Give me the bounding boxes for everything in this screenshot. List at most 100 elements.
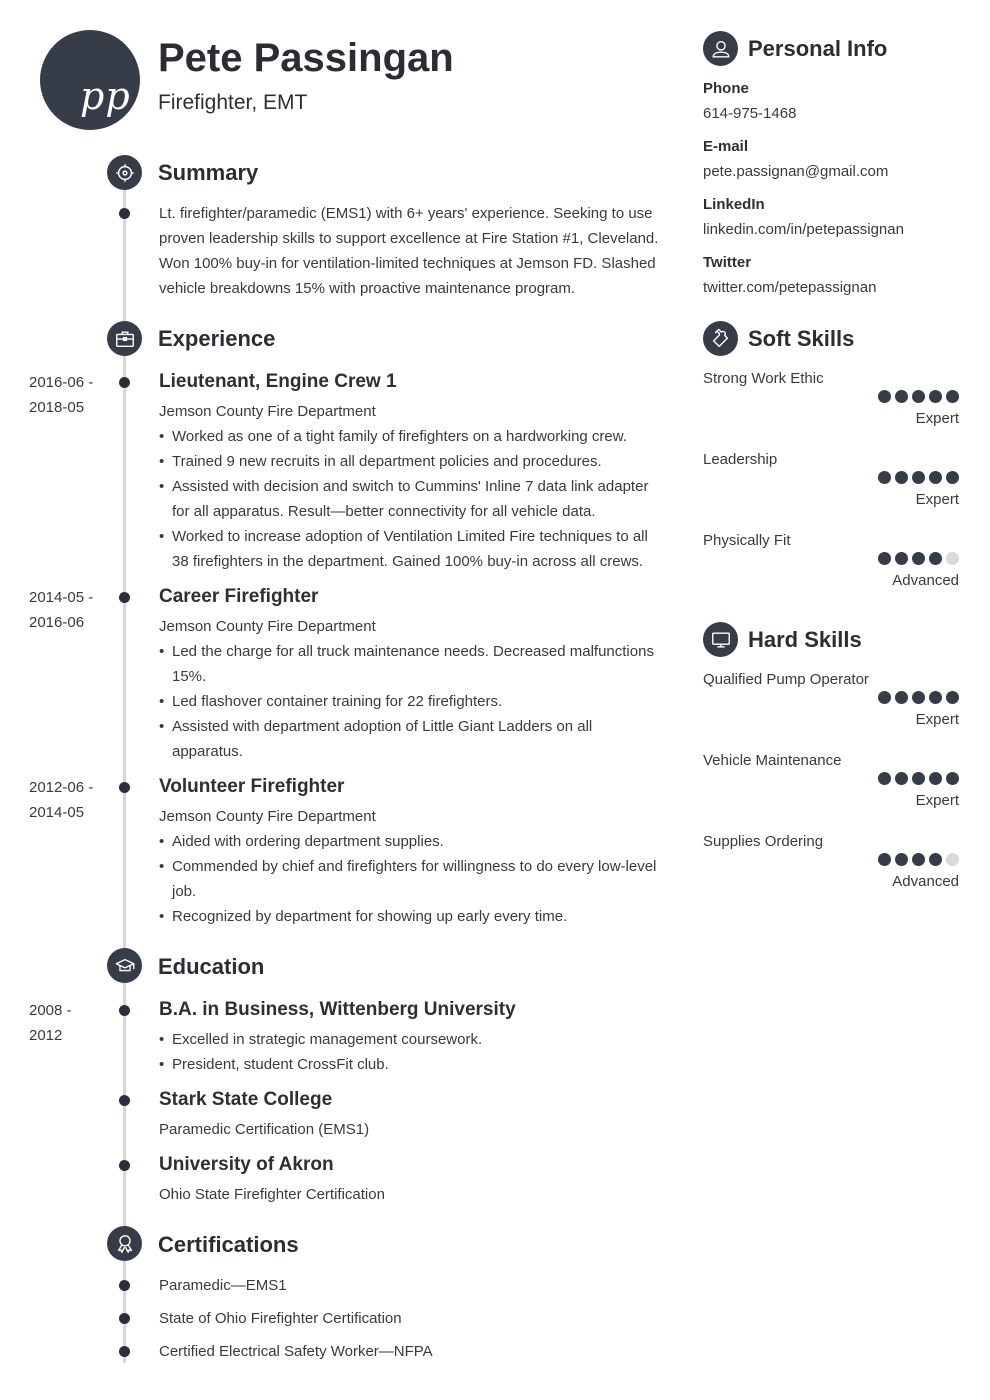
bullet-item: Excelled in strategic management coursew… — [159, 1027, 664, 1052]
person-icon — [703, 31, 738, 66]
date-end: 2012 — [29, 1027, 63, 1044]
bullet-item: Led the charge for all truck maintenance… — [159, 639, 664, 689]
timeline-dot — [119, 208, 130, 219]
summary-text: Lt. firefighter/paramedic (EMS1) with 6+… — [159, 205, 659, 297]
date-start: 2016-06 - — [29, 374, 94, 391]
skill-name: Supplies Ordering — [703, 833, 824, 850]
info-label-phone: Phone — [703, 80, 749, 97]
rating-dot-filled — [895, 691, 908, 704]
date-end: 2018-05 — [29, 399, 85, 416]
skill-name: Physically Fit — [703, 532, 791, 549]
rating-dot-filled — [912, 691, 925, 704]
company-name: Jemson County Fire Department — [159, 403, 376, 420]
certification-item: Certified Electrical Safety Worker—NFPA — [159, 1343, 433, 1360]
certification-item: State of Ohio Firefighter Certification — [159, 1310, 402, 1327]
info-value-twitter: twitter.com/petepassignan — [703, 279, 877, 296]
info-label-twitter: Twitter — [703, 254, 752, 271]
info-value-phone: 614-975-1468 — [703, 105, 797, 122]
bullet-list: Worked as one of a tight family of firef… — [159, 424, 664, 574]
bullet-item: Commended by chief and firefighters for … — [159, 854, 664, 904]
skill-rating — [878, 471, 959, 484]
bullet-item: Assisted with decision and switch to Cum… — [159, 474, 664, 524]
school-name: Stark State College — [159, 1089, 333, 1110]
briefcase-icon — [107, 321, 142, 356]
info-value-linkedin: linkedin.com/in/petepassignan — [703, 221, 904, 238]
bullet-list: Led the charge for all truck maintenance… — [159, 639, 664, 764]
timeline-dot — [119, 1280, 130, 1291]
section-title-soft-skills: Soft Skills — [748, 326, 855, 351]
date-start: 2014-05 - — [29, 589, 94, 606]
skill-level: Expert — [915, 792, 959, 809]
section-title-personal-info: Personal Info — [748, 36, 888, 61]
rating-dot-filled — [895, 390, 908, 403]
info-label-linkedin: LinkedIn — [703, 196, 765, 213]
rating-dot-filled — [895, 471, 908, 484]
section-title-hard-skills: Hard Skills — [748, 627, 862, 652]
section-title-experience: Experience — [158, 326, 276, 351]
section-title-certifications: Certifications — [158, 1232, 299, 1257]
skill-rating — [878, 552, 959, 565]
skill-level: Advanced — [892, 873, 959, 890]
bullet-item: Worked as one of a tight family of firef… — [159, 424, 664, 449]
rating-dot-filled — [878, 772, 891, 785]
skill-rating — [878, 691, 959, 704]
bullet-item: Worked to increase adoption of Ventilati… — [159, 524, 664, 574]
skill-rating — [878, 772, 959, 785]
job-title: Volunteer Firefighter — [159, 776, 345, 797]
bullet-item: President, student CrossFit club. — [159, 1052, 664, 1077]
candidate-title: Firefighter, EMT — [158, 91, 308, 114]
timeline-dot — [119, 782, 130, 793]
skill-level: Expert — [915, 410, 959, 427]
rating-dot-filled — [929, 772, 942, 785]
rating-dot-filled — [895, 552, 908, 565]
info-label-email: E-mail — [703, 138, 749, 155]
timeline-dot — [119, 1346, 130, 1357]
rating-dot-filled — [895, 772, 908, 785]
job-title: Lieutenant, Engine Crew 1 — [159, 371, 397, 392]
skill-name: Qualified Pump Operator — [703, 671, 869, 688]
rating-dot-filled — [912, 390, 925, 403]
company-name: Jemson County Fire Department — [159, 618, 376, 635]
job-title: Career Firefighter — [159, 586, 319, 607]
rating-dot-filled — [929, 552, 942, 565]
entry-date: 2014-05 - 2016-06 — [29, 585, 93, 635]
school-name: University of Akron — [159, 1154, 334, 1175]
skill-level: Expert — [915, 711, 959, 728]
graduation-cap-icon — [107, 948, 142, 983]
candidate-name: Pete Passingan — [158, 36, 454, 80]
skill-name: Leadership — [703, 451, 778, 468]
rating-dot-filled — [878, 552, 891, 565]
bullet-item: Aided with ordering department supplies. — [159, 829, 664, 854]
date-end: 2016-06 — [29, 614, 85, 631]
bullet-item: Recognized by department for showing up … — [159, 904, 664, 929]
date-start: 2008 - — [29, 1002, 72, 1019]
info-value-email: pete.passignan@gmail.com — [703, 163, 889, 180]
entry-date: 2008 - 2012 — [29, 998, 72, 1048]
rating-dot-filled — [878, 691, 891, 704]
skill-name: Vehicle Maintenance — [703, 752, 842, 769]
bullet-item: Assisted with department adoption of Lit… — [159, 714, 664, 764]
section-title-education: Education — [158, 954, 265, 979]
bullet-item: Trained 9 new recruits in all department… — [159, 449, 664, 474]
award-ribbon-icon — [107, 1226, 142, 1261]
rating-dot-filled — [912, 552, 925, 565]
timeline-dot — [119, 1005, 130, 1016]
section-title-summary: Summary — [158, 160, 259, 185]
skill-rating — [878, 853, 959, 866]
timeline-dot — [119, 592, 130, 603]
skill-rating — [878, 390, 959, 403]
target-icon — [107, 155, 142, 190]
timeline-dot — [119, 1095, 130, 1106]
rating-dot-empty — [946, 552, 959, 565]
date-end: 2014-05 — [29, 804, 85, 821]
company-name: Jemson County Fire Department — [159, 808, 376, 825]
rating-dot-filled — [946, 772, 959, 785]
rating-dot-filled — [878, 471, 891, 484]
rating-dot-filled — [929, 471, 942, 484]
timeline-dot — [119, 377, 130, 388]
bullet-item: Led flashover container training for 22 … — [159, 689, 664, 714]
rating-dot-filled — [895, 853, 908, 866]
school-credential: Ohio State Firefighter Certification — [159, 1186, 385, 1203]
school-credential: Paramedic Certification (EMS1) — [159, 1121, 370, 1138]
entry-date: 2016-06 - 2018-05 — [29, 370, 93, 420]
